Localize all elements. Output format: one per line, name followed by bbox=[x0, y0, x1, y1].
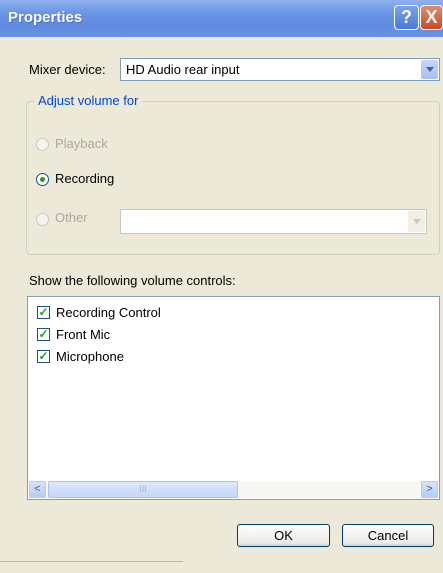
mixer-device-dropdown-button[interactable] bbox=[421, 60, 438, 79]
list-item-label: Microphone bbox=[56, 349, 124, 364]
ok-button[interactable]: OK bbox=[237, 524, 330, 547]
recording-radio[interactable] bbox=[36, 173, 49, 186]
scroll-left-button[interactable]: < bbox=[29, 481, 46, 498]
list-item-label: Recording Control bbox=[56, 305, 161, 320]
title-bar[interactable]: Properties ? X bbox=[0, 0, 443, 37]
checkbox-recording-control[interactable]: ✓ bbox=[37, 306, 50, 319]
chevron-down-icon bbox=[425, 67, 434, 72]
properties-dialog: Properties ? X Mixer device: HD Audio re… bbox=[0, 0, 443, 573]
help-button[interactable]: ? bbox=[394, 5, 419, 30]
divider bbox=[0, 561, 183, 562]
playback-radio[interactable] bbox=[36, 138, 49, 151]
close-button[interactable]: X bbox=[420, 5, 443, 30]
checkbox-microphone[interactable]: ✓ bbox=[37, 350, 50, 363]
horizontal-scrollbar[interactable]: < III > bbox=[29, 481, 438, 498]
radio-selected-dot-icon bbox=[40, 177, 45, 182]
other-dropdown-button[interactable] bbox=[408, 211, 425, 232]
chevron-down-icon bbox=[412, 219, 421, 224]
adjust-volume-caption: Adjust volume for bbox=[34, 93, 143, 108]
scroll-thumb[interactable]: III bbox=[48, 481, 238, 498]
other-select[interactable] bbox=[120, 209, 427, 234]
list-item-label: Front Mic bbox=[56, 327, 111, 342]
other-radio-label: Other bbox=[55, 210, 88, 225]
window-title: Properties bbox=[8, 9, 83, 26]
playback-radio-label: Playback bbox=[55, 136, 108, 151]
other-radio[interactable] bbox=[36, 213, 49, 226]
volume-controls-label: Show the following volume controls: bbox=[29, 273, 236, 288]
scroll-right-button[interactable]: > bbox=[421, 481, 438, 498]
volume-controls-list[interactable]: ✓ Recording Control ✓ Front Mic ✓ Microp… bbox=[27, 296, 440, 500]
mixer-device-select[interactable]: HD Audio rear input bbox=[120, 58, 440, 81]
mixer-device-label: Mixer device: bbox=[29, 62, 106, 77]
cancel-button[interactable]: Cancel bbox=[342, 524, 434, 547]
mixer-device-value: HD Audio rear input bbox=[126, 62, 240, 77]
checkbox-front-mic[interactable]: ✓ bbox=[37, 328, 50, 341]
recording-radio-label: Recording bbox=[55, 171, 115, 186]
